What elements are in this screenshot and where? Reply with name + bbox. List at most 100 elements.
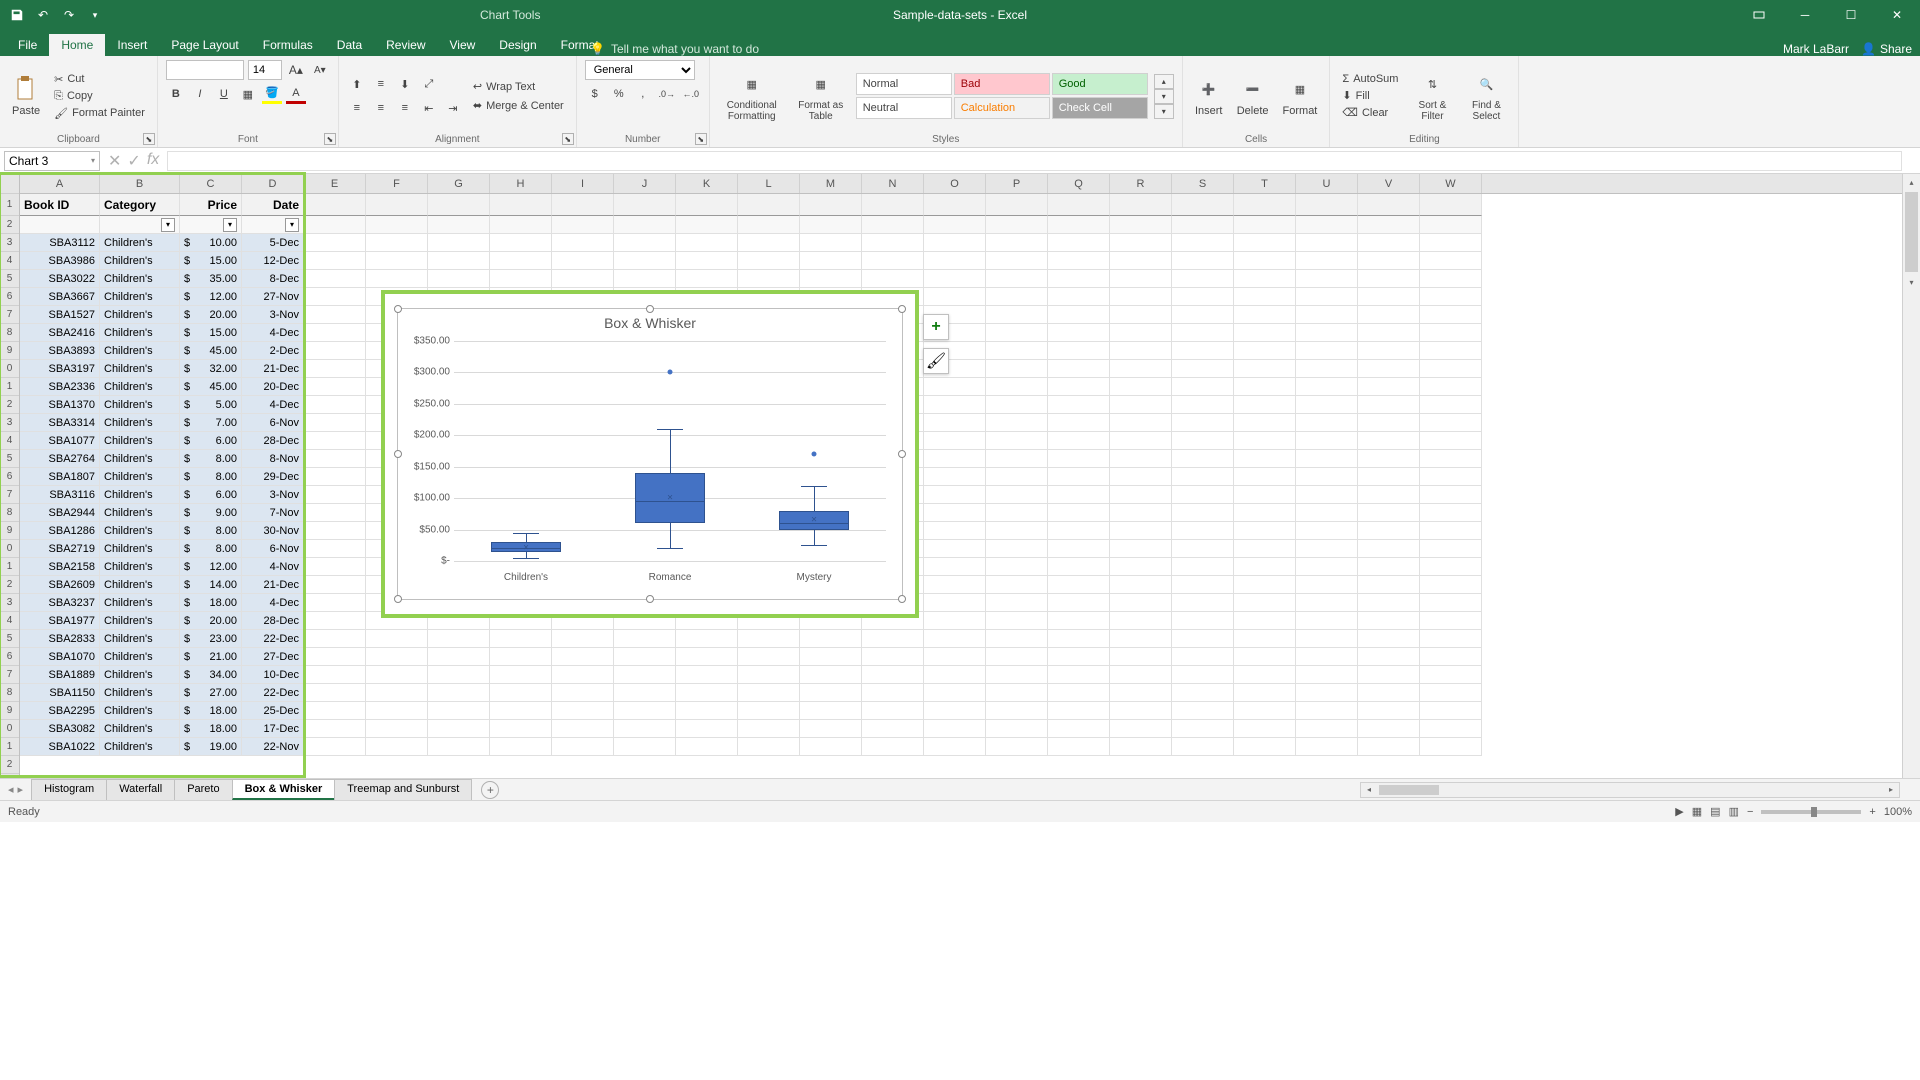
column-header[interactable]: S bbox=[1172, 174, 1234, 193]
cell[interactable] bbox=[1234, 252, 1296, 270]
increase-font-icon[interactable]: A▴ bbox=[286, 60, 306, 80]
cell[interactable]: Children's bbox=[100, 450, 180, 468]
align-right-icon[interactable]: ≡ bbox=[395, 98, 415, 118]
resize-handle[interactable] bbox=[394, 305, 402, 313]
cell[interactable] bbox=[1358, 342, 1420, 360]
cell[interactable] bbox=[1296, 414, 1358, 432]
cell[interactable] bbox=[1172, 450, 1234, 468]
cell[interactable] bbox=[1358, 720, 1420, 738]
row-header[interactable]: 0 bbox=[0, 720, 19, 738]
merge-center-button[interactable]: ⬌Merge & Center bbox=[469, 98, 568, 113]
cell[interactable] bbox=[1110, 612, 1172, 630]
cell[interactable] bbox=[1048, 378, 1110, 396]
cell[interactable] bbox=[1420, 504, 1482, 522]
resize-handle[interactable] bbox=[898, 595, 906, 603]
cell[interactable] bbox=[1420, 576, 1482, 594]
cell[interactable] bbox=[304, 234, 366, 252]
cell[interactable]: $35.00 bbox=[180, 270, 242, 288]
horizontal-scrollbar[interactable]: ◂ ▸ bbox=[1360, 782, 1900, 798]
cell[interactable]: 5-Dec bbox=[242, 234, 304, 252]
cell[interactable] bbox=[986, 738, 1048, 756]
row-header[interactable]: 1 bbox=[0, 194, 19, 216]
cell[interactable] bbox=[1420, 630, 1482, 648]
cell[interactable] bbox=[1234, 306, 1296, 324]
cell[interactable] bbox=[1358, 504, 1420, 522]
cell[interactable] bbox=[304, 216, 366, 234]
cell[interactable] bbox=[1296, 558, 1358, 576]
wrap-text-button[interactable]: ↩Wrap Text bbox=[469, 79, 568, 94]
cell[interactable] bbox=[924, 486, 986, 504]
cell[interactable] bbox=[304, 306, 366, 324]
cell[interactable] bbox=[1358, 270, 1420, 288]
cell[interactable] bbox=[1296, 486, 1358, 504]
cell[interactable] bbox=[986, 630, 1048, 648]
cell[interactable]: 27-Nov bbox=[242, 288, 304, 306]
cell[interactable] bbox=[800, 194, 862, 216]
cell[interactable] bbox=[1420, 720, 1482, 738]
cell[interactable] bbox=[986, 216, 1048, 234]
cell[interactable] bbox=[1048, 702, 1110, 720]
cell[interactable] bbox=[862, 666, 924, 684]
row-header[interactable]: 1 bbox=[0, 738, 19, 756]
cell[interactable] bbox=[304, 720, 366, 738]
cell[interactable]: Children's bbox=[100, 522, 180, 540]
cell[interactable] bbox=[1110, 270, 1172, 288]
cell[interactable] bbox=[1420, 270, 1482, 288]
column-header[interactable]: W bbox=[1420, 174, 1482, 193]
cell[interactable]: Children's bbox=[100, 288, 180, 306]
cell[interactable] bbox=[552, 234, 614, 252]
column-header[interactable]: D bbox=[242, 174, 304, 193]
cell[interactable] bbox=[924, 558, 986, 576]
chart-object[interactable]: Box & Whisker $-$50.00$100.00$150.00$200… bbox=[385, 294, 915, 614]
row-header[interactable]: 6 bbox=[0, 468, 19, 486]
row-header[interactable]: 5 bbox=[0, 270, 19, 288]
scroll-right-icon[interactable]: ▸ bbox=[1883, 783, 1899, 797]
cell[interactable] bbox=[924, 450, 986, 468]
cell[interactable]: SBA3116 bbox=[20, 486, 100, 504]
cell[interactable] bbox=[490, 684, 552, 702]
sheet-nav-first-icon[interactable]: ◂ bbox=[8, 783, 14, 796]
cell[interactable] bbox=[1358, 288, 1420, 306]
fill-button[interactable]: ⬇Fill bbox=[1338, 88, 1402, 103]
cell[interactable] bbox=[1296, 594, 1358, 612]
cell[interactable] bbox=[1048, 504, 1110, 522]
cell[interactable]: SBA1077 bbox=[20, 432, 100, 450]
cell[interactable] bbox=[676, 720, 738, 738]
undo-icon[interactable]: ↶ bbox=[34, 6, 52, 24]
cell[interactable]: SBA1977 bbox=[20, 612, 100, 630]
column-header[interactable]: H bbox=[490, 174, 552, 193]
column-header[interactable]: F bbox=[366, 174, 428, 193]
percent-format-icon[interactable]: % bbox=[609, 84, 629, 104]
cell[interactable] bbox=[1358, 576, 1420, 594]
cell[interactable] bbox=[1048, 594, 1110, 612]
cell[interactable] bbox=[1110, 576, 1172, 594]
column-header[interactable]: B bbox=[100, 174, 180, 193]
cell[interactable] bbox=[1048, 576, 1110, 594]
qat-customize-icon[interactable]: ▾ bbox=[86, 6, 104, 24]
row-header[interactable]: 1 bbox=[0, 378, 19, 396]
cell[interactable] bbox=[986, 684, 1048, 702]
cell[interactable] bbox=[986, 648, 1048, 666]
cell[interactable] bbox=[986, 342, 1048, 360]
cell[interactable] bbox=[676, 738, 738, 756]
cell[interactable] bbox=[1420, 468, 1482, 486]
column-header[interactable]: J bbox=[614, 174, 676, 193]
cell[interactable] bbox=[304, 432, 366, 450]
resize-handle[interactable] bbox=[646, 595, 654, 603]
cell[interactable] bbox=[800, 216, 862, 234]
cell[interactable] bbox=[1172, 504, 1234, 522]
cell[interactable] bbox=[552, 684, 614, 702]
cell[interactable] bbox=[428, 216, 490, 234]
cell[interactable] bbox=[924, 216, 986, 234]
plot-area[interactable]: $-$50.00$100.00$150.00$200.00$250.00$300… bbox=[454, 341, 886, 561]
spreadsheet-grid[interactable]: 12345678901234567890123456789012 ABCDEFG… bbox=[0, 174, 1920, 778]
cell[interactable] bbox=[800, 630, 862, 648]
cell[interactable] bbox=[1358, 558, 1420, 576]
cell[interactable]: 4-Nov bbox=[242, 558, 304, 576]
cell[interactable] bbox=[1172, 288, 1234, 306]
cell[interactable] bbox=[1048, 540, 1110, 558]
cell[interactable] bbox=[738, 234, 800, 252]
cell[interactable]: Children's bbox=[100, 270, 180, 288]
cell[interactable] bbox=[1048, 648, 1110, 666]
tab-file[interactable]: File bbox=[6, 34, 49, 56]
